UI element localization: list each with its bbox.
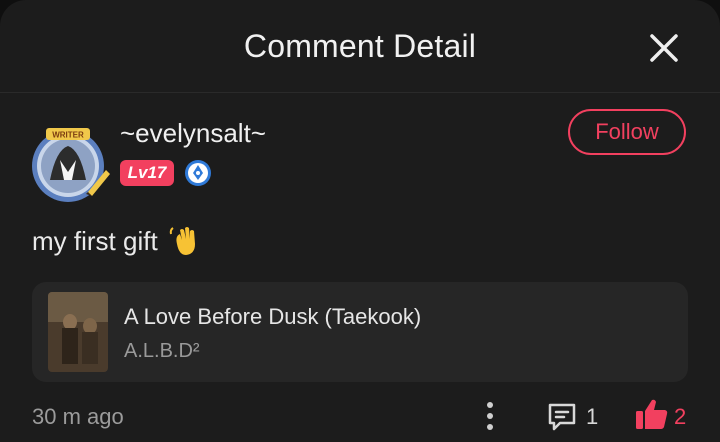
more-options-icon[interactable] (478, 400, 502, 432)
username[interactable]: ~evelynsalt~ (120, 118, 266, 149)
avatar[interactable]: WRITER (22, 120, 114, 206)
reply-icon[interactable] (546, 400, 578, 432)
header: Comment Detail (0, 0, 720, 93)
comment-text: my first gift (32, 225, 158, 256)
waving-hand-icon (169, 227, 195, 255)
comment-body: my first gift (32, 224, 202, 258)
reply-count: 1 (586, 404, 599, 429)
book-title: A Love Before Dusk (Taekook) (124, 304, 422, 329)
verified-pen-icon (185, 160, 211, 186)
book-cover (48, 292, 108, 372)
close-icon[interactable] (646, 30, 682, 66)
page-title: Comment Detail (243, 28, 477, 64)
comment-detail-sheet: Comment Detail WRITER ~evelynsalt~ Lv17 … (0, 0, 720, 442)
level-badge: Lv17 (120, 160, 174, 186)
book-card[interactable]: A Love Before Dusk (Taekook) A.L.B.D² (32, 282, 688, 382)
thumbs-up-icon[interactable] (634, 396, 670, 432)
follow-button[interactable]: Follow (568, 109, 686, 155)
book-author: A.L.B.D² (124, 340, 200, 362)
like-count: 2 (674, 404, 687, 429)
timestamp: 30 m ago (32, 404, 124, 429)
avatar-frame-text: WRITER (52, 131, 84, 140)
